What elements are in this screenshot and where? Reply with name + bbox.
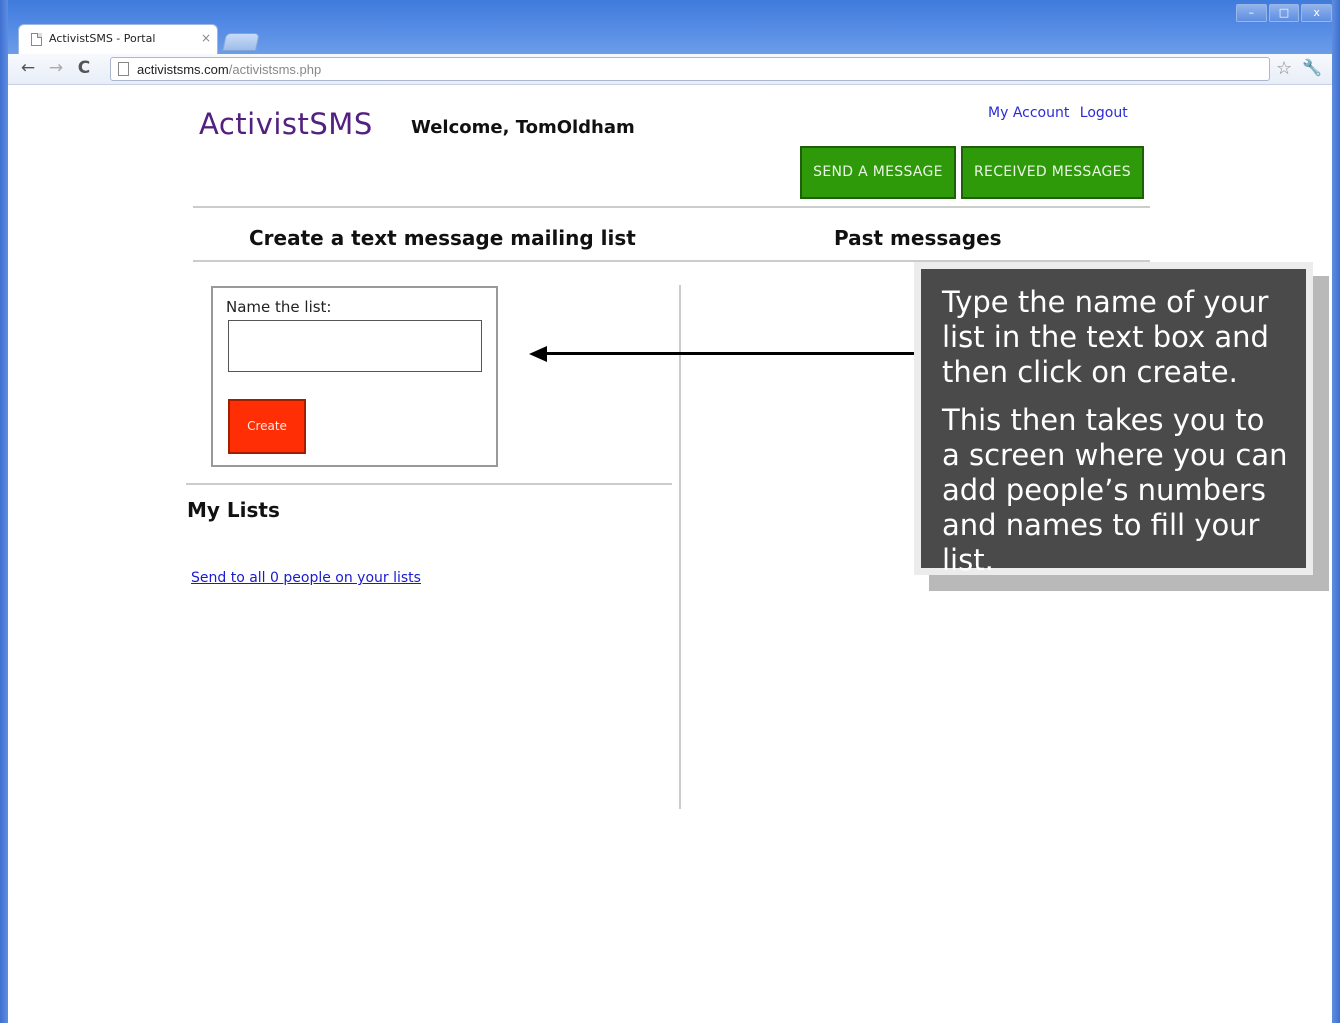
callout-paragraph: Type the name of your list in the text b… (942, 285, 1269, 389)
forward-arrow-icon[interactable]: → (46, 58, 66, 78)
maximize-button[interactable]: □ (1268, 4, 1300, 22)
send-to-all-link[interactable]: Send to all 0 people on your lists (191, 570, 421, 586)
address-bar[interactable]: activistsms.com/activistsms.php (110, 57, 1270, 81)
new-tab-button[interactable] (222, 33, 260, 51)
wrench-icon[interactable]: 🔧 (1302, 58, 1322, 77)
tutorial-callout: Type the name of your list in the text b… (914, 262, 1313, 577)
list-name-input[interactable] (228, 320, 482, 372)
create-list-heading: Create a text message mailing list (249, 226, 636, 250)
past-messages-heading: Past messages (834, 226, 1002, 250)
window-frame-left (0, 0, 8, 1023)
divider (186, 483, 672, 485)
callout-paragraph: This then takes you to a screen where yo… (942, 403, 1288, 577)
arrow-head-icon (529, 346, 547, 362)
window-controls: – □ x (1236, 4, 1334, 24)
my-lists-heading: My Lists (187, 498, 280, 522)
welcome-text: Welcome, TomOldham (411, 117, 635, 138)
list-name-label: Name the list: (226, 298, 332, 316)
logout-link[interactable]: Logout (1080, 105, 1128, 121)
send-message-button[interactable]: SEND A MESSAGE (800, 146, 956, 199)
tab-close-icon[interactable]: × (201, 31, 211, 45)
divider (193, 206, 1150, 208)
create-button[interactable]: Create (228, 399, 306, 454)
page-icon (118, 62, 129, 76)
tab-title: ActivistSMS - Portal (49, 32, 156, 45)
site-logo: ActivistSMS (199, 107, 373, 141)
url-text: activistsms.com/activistsms.php (137, 62, 322, 77)
annotation-arrow (542, 352, 915, 355)
create-list-form: Name the list: Create (211, 286, 498, 467)
account-links: My Account Logout (988, 105, 1134, 121)
close-window-button[interactable]: x (1301, 4, 1333, 22)
browser-toolbar: ← → C activistsms.com/activistsms.php ☆ … (8, 54, 1332, 85)
column-divider (679, 285, 681, 809)
back-arrow-icon[interactable]: ← (18, 58, 38, 78)
received-messages-button[interactable]: RECEIVED MESSAGES (961, 146, 1144, 199)
reload-icon[interactable]: C (74, 58, 94, 78)
star-icon[interactable]: ☆ (1276, 58, 1292, 79)
window-frame-right (1332, 0, 1340, 1023)
browser-tab[interactable]: ActivistSMS - Portal × (18, 24, 218, 54)
minimize-button[interactable]: – (1236, 4, 1267, 22)
my-account-link[interactable]: My Account (988, 105, 1069, 121)
page-icon (31, 33, 42, 46)
